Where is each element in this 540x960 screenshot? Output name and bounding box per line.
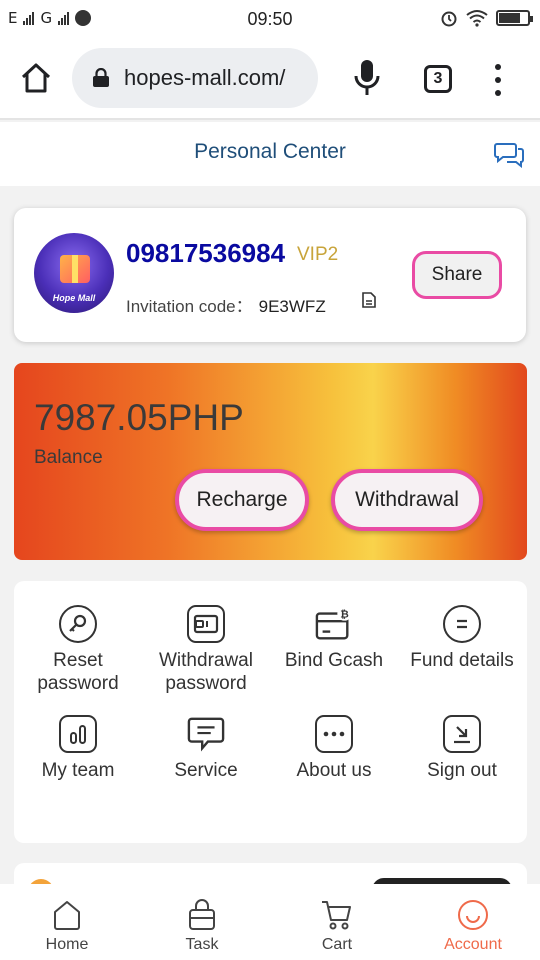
nav-label: Cart xyxy=(321,936,353,953)
invitation-code-value: 9E3WFZ xyxy=(258,297,326,316)
nav-label: Account xyxy=(444,936,502,953)
nav-account[interactable]: Account xyxy=(423,898,523,954)
status-bar: E G 09:50 xyxy=(0,0,540,38)
menu-item-reset-password[interactable]: Reset password xyxy=(14,605,142,695)
menu-item-my-team[interactable]: My team xyxy=(14,715,142,782)
withdrawal-button[interactable]: Withdrawal xyxy=(331,469,483,531)
menu-item-sign-out[interactable]: Sign out xyxy=(398,715,526,782)
menu-item-label: My team xyxy=(41,760,115,781)
invitation-code-row: Invitation code： 9E3WFZ xyxy=(126,292,326,317)
bottom-nav: Home Task Cart Account xyxy=(0,884,540,960)
browser-home-icon[interactable] xyxy=(18,60,54,96)
url-text: hopes-mall.com/ xyxy=(124,65,286,90)
wallet-icon xyxy=(187,605,225,643)
more-dots-icon xyxy=(315,715,353,753)
avatar-brand: Hope Mall xyxy=(52,293,96,303)
page-header: Personal Center xyxy=(0,122,540,186)
menu-item-service[interactable]: Service xyxy=(142,715,270,782)
nav-cart[interactable]: Cart xyxy=(287,898,387,954)
svg-text:₿: ₿ xyxy=(340,608,349,620)
browser-menu-icon[interactable] xyxy=(488,64,508,96)
nav-task[interactable]: Task xyxy=(152,898,252,954)
address-bar[interactable]: hopes-mall.com/ xyxy=(72,48,318,108)
bar-chart-icon xyxy=(59,715,97,753)
nav-home[interactable]: Home xyxy=(17,898,117,954)
user-card: Hope Mall 09817536984 VIP2 Invitation co… xyxy=(14,208,526,342)
avatar: Hope Mall xyxy=(34,233,114,313)
invitation-code-label: Invitation code： xyxy=(126,297,253,316)
chat-icon[interactable] xyxy=(494,140,524,168)
menu-item-label: Bind Gcash xyxy=(284,650,384,671)
cart-icon xyxy=(322,901,351,930)
wifi-icon xyxy=(466,10,488,27)
key-icon xyxy=(59,605,97,643)
nav-label: Home xyxy=(45,936,89,953)
mic-icon[interactable] xyxy=(352,58,382,98)
page-title: Personal Center xyxy=(194,140,346,163)
share-button[interactable]: Share xyxy=(412,251,502,299)
status-right xyxy=(440,9,533,27)
card-bitcoin-icon: ₿ xyxy=(315,605,353,643)
balance-label: Balance xyxy=(34,447,103,468)
alarm-icon xyxy=(441,11,457,27)
battery-icon xyxy=(496,10,533,26)
tab-switcher-button[interactable]: 3 xyxy=(424,65,452,93)
copy-icon[interactable] xyxy=(362,292,376,308)
home-icon xyxy=(54,901,80,930)
vip-level: VIP2 xyxy=(297,244,339,265)
bag-icon xyxy=(189,899,215,930)
menu-item-label: Reset password xyxy=(37,650,119,694)
chat-bubble-icon xyxy=(187,715,225,753)
menu-item-label: About us xyxy=(296,760,372,781)
nav-label: Task xyxy=(185,936,219,953)
browser-toolbar: hopes-mall.com/ 3 xyxy=(0,38,540,120)
menu-item-label: Withdrawal password xyxy=(159,650,253,694)
sign-out-icon xyxy=(443,715,481,753)
balance-card: 7987.05PHP Balance Recharge Withdrawal xyxy=(14,363,527,560)
user-phone: 09817536984 xyxy=(126,238,286,268)
menu-grid: Reset password Withdrawal password ₿ Bin… xyxy=(14,581,527,843)
list-icon xyxy=(443,605,481,643)
menu-item-bind-gcash[interactable]: ₿ Bind Gcash xyxy=(270,605,398,672)
smile-icon xyxy=(458,900,488,930)
gift-box-icon xyxy=(60,255,90,283)
balance-amount: 7987.05PHP xyxy=(34,397,244,438)
menu-item-about-us[interactable]: About us xyxy=(270,715,398,782)
recharge-button[interactable]: Recharge xyxy=(175,469,309,531)
battery-level xyxy=(499,13,520,23)
menu-item-label: Fund details xyxy=(410,650,514,671)
menu-item-label: Sign out xyxy=(427,760,497,781)
menu-item-withdrawal-password[interactable]: Withdrawal password xyxy=(142,605,270,695)
lock-icon xyxy=(93,68,109,87)
menu-item-fund-details[interactable]: Fund details xyxy=(398,605,526,672)
menu-item-label: Service xyxy=(174,760,238,781)
